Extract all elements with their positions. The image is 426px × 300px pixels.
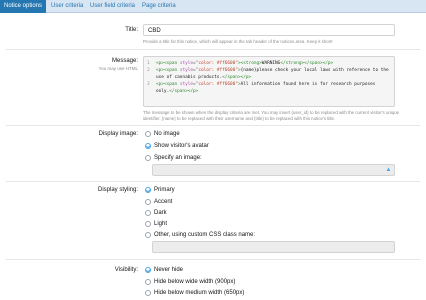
display-styling-label: Display styling: [97,187,138,193]
code-token: <strong> [240,61,262,66]
visibility-label: Visibility: [114,267,138,273]
radio-checked-icon [145,187,151,193]
divider [6,181,420,182]
radio-icon [145,131,151,137]
tab-page-criteria[interactable]: Page criteria [138,0,180,13]
code-token: <span [163,61,180,66]
code-token: "color: #ff6600" [195,68,238,73]
code-token: style [179,68,194,73]
display-image-label: Display image: [98,131,138,137]
tab-notice-options[interactable]: Notice options [0,0,47,13]
line-number: 2 [147,68,150,73]
divider [6,125,420,126]
message-help: The message to be shown when the display… [143,110,400,121]
title-label: Title: [125,27,138,33]
code-line: 1 <p><span style="color: #ff6600"><strong… [144,60,391,67]
code-token: </span></p> [222,75,252,80]
code-token: </strong></span></p> [280,61,334,66]
code-token: <p> [156,68,164,73]
message-code-editor[interactable]: 1 <p><span style="color: #ff6600"><strong… [143,56,395,107]
tab-user-criteria[interactable]: User criteria [47,0,87,13]
code-token: style [179,82,194,87]
radio-icon [145,232,151,238]
code-line: 3 <p><span style="color: #ff6600">All inf… [144,81,391,95]
custom-css-class-input[interactable] [152,241,395,253]
line-number: 3 [147,82,150,87]
code-line: 2 <p><span style="color: #ff6600">{name}p… [144,67,391,81]
code-token: </span></p> [169,89,199,94]
image-url-input[interactable]: ▲ [152,164,395,176]
code-token: WARNING [261,61,281,66]
radio-icon [145,221,151,227]
tab-bar: Notice options User criteria User field … [0,0,426,13]
code-token: <span [163,68,180,73]
tab-user-field-criteria[interactable]: User field criteria [86,0,139,13]
radio-icon [145,199,151,205]
code-token: "color: #ff6600" [195,61,238,66]
radio-icon [145,210,151,216]
message-label: Message: [111,58,138,64]
radio-icon [145,155,151,161]
radio-icon [145,279,151,285]
code-token: "color: #ff6600" [195,82,238,87]
upload-icon[interactable]: ▲ [385,167,392,174]
radio-checked-icon [145,143,151,149]
title-help: Provide a title for this notice, which w… [143,39,333,44]
message-sublabel: You may use HTML [98,66,138,71]
radio-checked-icon [145,267,151,273]
code-token: style [179,61,194,66]
code-token: <p> [156,61,164,66]
line-number: 1 [147,61,150,66]
code-token: <span [163,82,180,87]
divider [6,259,420,260]
code-token: <p> [156,82,164,87]
divider [6,49,420,50]
radio-icon [145,290,151,296]
title-input[interactable]: CBD [143,24,395,36]
